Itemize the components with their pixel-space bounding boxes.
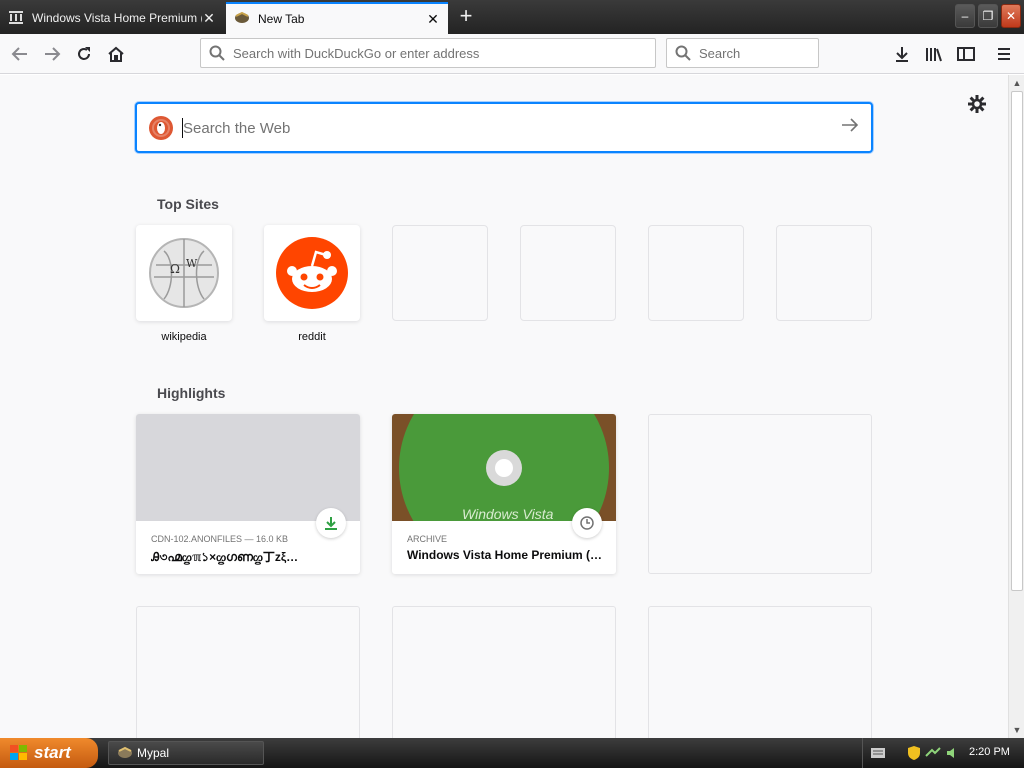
- tab-new-tab[interactable]: New Tab ✕: [226, 2, 448, 34]
- search-go-arrow-icon[interactable]: [841, 117, 859, 136]
- restore-button[interactable]: ❐: [978, 4, 998, 28]
- start-button[interactable]: start: [0, 738, 98, 768]
- archive-icon: [8, 10, 24, 27]
- downloads-button[interactable]: [888, 40, 916, 68]
- reddit-alien-icon: [276, 237, 348, 309]
- tab-strip: Windows Vista Home Premium (32-bit) ✕ Ne…: [0, 0, 1024, 34]
- taskbar-clock: 2:20 PM: [969, 746, 1010, 758]
- top-site-empty: [648, 225, 744, 321]
- search-icon: [675, 45, 691, 61]
- new-tab-page: Search the Web Top Sites Ω W wikipedia r…: [0, 75, 1008, 738]
- vertical-scrollbar[interactable]: ▲ ▼: [1008, 75, 1024, 738]
- highlight-card-empty: [648, 606, 872, 738]
- tab-title: New Tab: [258, 12, 305, 26]
- highlight-title: Ꭿ৩൶ᦛℼ১×ᦛഗണᦛ㆜zξ…: [151, 550, 299, 564]
- tab-title: Windows Vista Home Premium (32-bit): [32, 11, 202, 25]
- highlight-card-download[interactable]: CDN-102.ANONFILES — 16.0 KB Ꭿ৩൶ᦛℼ১×ᦛഗണᦛ㆜…: [136, 414, 360, 574]
- hamburger-menu-icon: [998, 48, 1010, 60]
- url-placeholder: Search with DuckDuckGo or enter address: [233, 45, 480, 61]
- duckduckgo-logo-icon: [149, 116, 173, 140]
- url-bar[interactable]: Search with DuckDuckGo or enter address: [200, 38, 656, 68]
- mypal-icon: [117, 746, 133, 763]
- taskbar-window-label: Mypal: [137, 746, 170, 760]
- windows-flag-icon: [10, 745, 28, 766]
- web-search-placeholder: Search the Web: [183, 120, 291, 137]
- scroll-up-arrow-icon[interactable]: ▲: [1009, 75, 1024, 91]
- volume-icon[interactable]: [945, 746, 961, 763]
- highlights-title: Highlights: [157, 385, 226, 401]
- highlight-title: Windows Vista Home Premium (32-bit): [407, 548, 607, 562]
- top-site-label: wikipedia: [161, 331, 207, 343]
- nav-toolbar: Search with DuckDuckGo or enter address …: [0, 34, 1024, 74]
- security-shield-icon[interactable]: [907, 745, 921, 764]
- search-bar[interactable]: Search: [666, 38, 819, 68]
- web-search-box[interactable]: Search the Web: [135, 102, 873, 153]
- wikipedia-globe-icon: Ω W: [149, 238, 219, 308]
- menu-button[interactable]: [990, 40, 1018, 68]
- back-button[interactable]: [6, 40, 34, 68]
- scroll-down-arrow-icon[interactable]: ▼: [1009, 722, 1024, 738]
- download-icon: [896, 47, 908, 62]
- keyboard-icon[interactable]: [871, 747, 885, 762]
- clock-icon: [572, 508, 602, 538]
- network-icon[interactable]: [925, 746, 941, 763]
- search-icon: [209, 45, 225, 61]
- highlight-card-empty: [136, 606, 360, 738]
- minimize-button[interactable]: –: [955, 4, 975, 28]
- taskbar-window-mypal[interactable]: Mypal: [108, 741, 264, 765]
- window-close-button[interactable]: ✕: [1001, 4, 1021, 28]
- start-label: start: [34, 743, 71, 762]
- top-site-label: reddit: [298, 331, 326, 343]
- tab-windows-vista[interactable]: Windows Vista Home Premium (32-bit) ✕: [0, 2, 224, 34]
- reload-icon: [78, 47, 90, 60]
- top-site-reddit[interactable]: [264, 225, 360, 321]
- settings-gear-icon[interactable]: [966, 93, 988, 115]
- highlight-card-empty: [392, 606, 616, 738]
- scrollbar-thumb[interactable]: [1011, 91, 1023, 591]
- svg-text:W: W: [186, 257, 198, 270]
- svg-text:Windows Vista: Windows Vista: [462, 506, 554, 521]
- forward-arrow-icon: [45, 47, 61, 61]
- home-icon: [108, 46, 124, 62]
- back-arrow-icon: [11, 47, 27, 61]
- download-icon: [316, 508, 346, 538]
- top-site-empty: [776, 225, 872, 321]
- home-button[interactable]: [102, 40, 130, 68]
- top-sites-title: Top Sites: [157, 196, 219, 212]
- tab-close-icon[interactable]: ✕: [426, 11, 440, 28]
- sidebar-icon: [957, 47, 975, 61]
- top-site-empty: [392, 225, 488, 321]
- mypal-icon: [234, 11, 250, 28]
- reload-button[interactable]: [70, 40, 98, 68]
- library-icon: [926, 48, 942, 62]
- windows-vista-disc-image: Windows Vista: [392, 414, 616, 573]
- forward-button[interactable]: [38, 40, 66, 68]
- taskbar: start Mypal 2:20 PM: [0, 738, 1024, 768]
- highlight-card-empty: [648, 414, 872, 574]
- top-site-wikipedia[interactable]: Ω W: [136, 225, 232, 321]
- sidebar-button[interactable]: [952, 40, 980, 68]
- library-button[interactable]: [920, 40, 948, 68]
- highlight-source: ARCHIVE: [407, 534, 448, 544]
- svg-text:Ω: Ω: [170, 262, 180, 276]
- highlight-source: CDN-102.ANONFILES — 16.0 KB: [151, 534, 289, 544]
- tab-close-icon[interactable]: ✕: [202, 10, 216, 27]
- highlight-thumbnail: [136, 414, 360, 521]
- top-site-empty: [520, 225, 616, 321]
- new-tab-button[interactable]: +: [454, 4, 478, 30]
- highlight-card-archive[interactable]: Windows Vista ARCHIVE Windows Vista Home…: [392, 414, 616, 574]
- system-tray: 2:20 PM: [862, 738, 1024, 768]
- search-placeholder: Search: [699, 45, 741, 61]
